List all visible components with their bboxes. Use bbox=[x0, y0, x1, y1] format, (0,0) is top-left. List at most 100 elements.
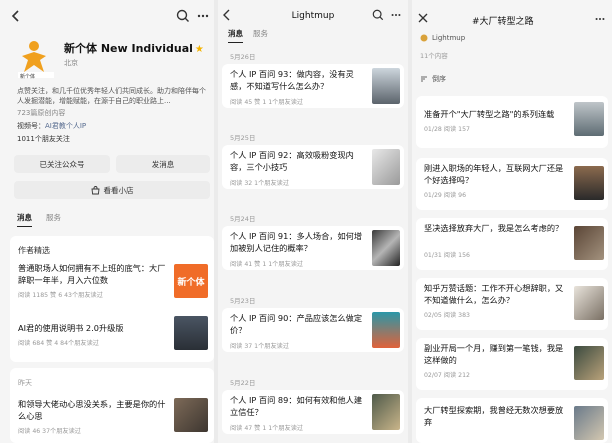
article-thumbnail bbox=[174, 398, 208, 432]
collection-title: #大厂转型之路 bbox=[472, 17, 534, 27]
collection-account-name: Lightmup bbox=[432, 34, 466, 42]
back-icon[interactable] bbox=[10, 9, 22, 23]
article-thumbnail bbox=[372, 394, 400, 430]
tab-messages[interactable]: 消息 bbox=[17, 212, 32, 227]
collection-item[interactable]: 副业开局一个月，赚到第一笔钱，我是这样做的 02/07 阅读 212 bbox=[416, 338, 608, 390]
close-icon[interactable] bbox=[418, 13, 428, 23]
date-label: 5月25日 bbox=[230, 134, 256, 142]
account-profile-panel: 新个体 新个体 New Individual ★ 北京 点赞关注，和几千位优秀年轻… bbox=[0, 0, 214, 443]
shop-button[interactable]: 看看小店 bbox=[14, 181, 210, 199]
date-label: 5月26日 bbox=[230, 53, 256, 61]
article-title: 个人 IP 百问 92：高效吸粉变现内容，三个小技巧 bbox=[230, 150, 354, 172]
article-meta: 01/29 阅读 96 bbox=[424, 192, 467, 199]
date-label: 昨天 bbox=[18, 379, 32, 387]
article-title: 个人 IP 百问 89：如何有效和他人建立信任？ bbox=[230, 395, 363, 417]
account-location: 北京 bbox=[64, 59, 78, 67]
article-meta: 01/28 阅读 157 bbox=[424, 126, 470, 133]
collection-account[interactable]: Lightmup bbox=[420, 34, 465, 42]
followed-button[interactable]: 已关注公众号 bbox=[14, 155, 110, 173]
tab-messages[interactable]: 消息 bbox=[228, 28, 243, 43]
article-thumbnail bbox=[574, 226, 604, 260]
article-count: 723篇原创内容 bbox=[17, 109, 66, 117]
collection-count: 11个内容 bbox=[420, 52, 448, 60]
list-tabs: 消息 服务 bbox=[228, 28, 268, 43]
tab-service[interactable]: 服务 bbox=[253, 28, 268, 43]
article-meta: 02/05 阅读 383 bbox=[424, 312, 470, 319]
date-label: 5月23日 bbox=[230, 297, 256, 305]
article-title: 刚进入职场的年轻人，互联网大厂还是个好选择吗？ bbox=[424, 163, 564, 185]
article-title: 准备开个"大厂转型之路"的系列连载 bbox=[424, 109, 555, 119]
article-card[interactable]: 个人 IP 百问 92：高效吸粉变现内容，三个小技巧 阅读 32 1个朋友读过 bbox=[222, 145, 404, 189]
video-channel[interactable]: 视频号：AI君教个人IP bbox=[17, 121, 86, 131]
collection-item[interactable]: 坚决选择放弃大厂，我是怎么考虑的？ 01/31 阅读 156 bbox=[416, 218, 608, 270]
sort-toggle[interactable]: 倒序 bbox=[420, 74, 446, 84]
featured-article-1[interactable]: 普通职场人如何拥有不上班的底气：大厂辞职一年半，月入六位数 阅读 1185 赞 … bbox=[18, 262, 170, 299]
date-label: 5月22日 bbox=[230, 379, 256, 387]
search-icon[interactable] bbox=[372, 9, 384, 21]
featured-article-2[interactable]: AI君的使用说明书 2.0升级版 阅读 684 赞 4 84个朋友读过 bbox=[18, 322, 170, 347]
sort-icon bbox=[420, 75, 428, 83]
article-title: 坚决选择放弃大厂，我是怎么考虑的？ bbox=[424, 223, 564, 233]
article-title: AI君的使用说明书 2.0升级版 bbox=[18, 323, 124, 333]
account-avatar-icon bbox=[420, 34, 428, 42]
article-meta: 01/31 阅读 156 bbox=[424, 252, 470, 259]
tab-service[interactable]: 服务 bbox=[46, 212, 61, 227]
collection-item[interactable]: 知乎万赞话题：工作不开心想辞职，又不知道做什么，怎么办？ 02/05 阅读 38… bbox=[416, 278, 608, 330]
article-meta: 阅读 32 1个朋友读过 bbox=[230, 180, 290, 187]
article-card[interactable]: 个人 IP 百问 91：多人场合，如何增加被别人记住的概率？ 阅读 41 赞 1… bbox=[222, 226, 404, 270]
article-thumbnail bbox=[574, 286, 604, 320]
more-icon[interactable] bbox=[390, 9, 402, 21]
date-label: 5月24日 bbox=[230, 215, 256, 223]
article-title: 和领导大佬动心思没关系，主要是你的什么心思 bbox=[18, 399, 166, 421]
article-title: 副业开局一个月，赚到第一笔钱，我是这样做的 bbox=[424, 343, 564, 365]
article-meta: 阅读 37 1个朋友读过 bbox=[230, 343, 290, 350]
account-tabs: 消息 服务 bbox=[17, 212, 61, 227]
svg-text:新个体: 新个体 bbox=[20, 73, 35, 80]
featured-section: 作者精选 普通职场人如何拥有不上班的底气：大厂辞职一年半，月入六位数 阅读 11… bbox=[10, 236, 214, 362]
article-card[interactable]: 个人 IP 百问 90：产品应该怎么做定价？ 阅读 37 1个朋友读过 bbox=[222, 308, 404, 352]
article-title: 普通职场人如何拥有不上班的底气：大厂辞职一年半，月入六位数 bbox=[18, 263, 166, 285]
article-card[interactable]: 个人 IP 百问 89：如何有效和他人建立信任？ 阅读 47 赞 1 1个朋友读… bbox=[222, 390, 404, 434]
nav-bar bbox=[0, 0, 214, 32]
article-meta: 阅读 41 赞 1 1个朋友读过 bbox=[230, 261, 304, 268]
collection-item[interactable]: 刚进入职场的年轻人，互联网大厂还是个好选择吗？ 01/29 阅读 96 bbox=[416, 158, 608, 210]
friends-following: 1011个朋友关注 bbox=[17, 135, 70, 143]
article-thumbnail bbox=[372, 312, 400, 348]
collection-item[interactable]: 准备开个"大厂转型之路"的系列连载 01/28 阅读 157 bbox=[416, 96, 608, 148]
article-thumbnail: 新个体 bbox=[174, 264, 208, 298]
article-title: 大厂转型探索期，我曾经无数次想要放弃 bbox=[424, 405, 564, 427]
article-thumbnail bbox=[574, 166, 604, 200]
article-card[interactable]: 个人 IP 百问 93：做内容，没有灵感，不知道写什么怎么办？ 阅读 45 赞 … bbox=[222, 64, 404, 108]
article-title: 个人 IP 百问 90：产品应该怎么做定价？ bbox=[230, 313, 363, 335]
collection-panel: #大厂转型之路 Lightmup 11个内容 倒序 准备开个"大厂转型之路"的系… bbox=[412, 0, 612, 443]
article-title: 知乎万赞话题：工作不开心想辞职，又不知道做什么，怎么办？ bbox=[424, 283, 564, 305]
article-thumbnail bbox=[574, 102, 604, 136]
article-meta: 阅读 684 赞 4 84个朋友读过 bbox=[18, 340, 99, 347]
featured-label: 作者精选 bbox=[18, 246, 50, 255]
article-title: 个人 IP 百问 91：多人场合，如何增加被别人记住的概率？ bbox=[230, 231, 363, 253]
account-name: 新个体 New Individual ★ bbox=[64, 42, 204, 55]
article-thumbnail bbox=[372, 230, 400, 266]
message-button[interactable]: 发消息 bbox=[116, 155, 210, 173]
article-list-panel: Lightmup 消息 服务 5月26日 个人 IP 百问 93：做内容，没有灵… bbox=[218, 0, 408, 443]
shop-icon bbox=[90, 185, 100, 195]
more-icon[interactable] bbox=[594, 13, 606, 25]
collection-item[interactable]: 大厂转型探索期，我曾经无数次想要放弃 bbox=[416, 398, 608, 443]
article-meta: 阅读 46 37个朋友读过 bbox=[18, 428, 81, 435]
article-thumbnail bbox=[574, 346, 604, 380]
article-thumbnail bbox=[574, 406, 604, 440]
latest-article[interactable]: 和领导大佬动心思没关系，主要是你的什么心思 阅读 46 37个朋友读过 bbox=[18, 398, 170, 435]
article-meta: 阅读 45 赞 1 1个朋友读过 bbox=[230, 99, 304, 106]
article-meta: 02/07 阅读 212 bbox=[424, 372, 470, 379]
article-thumbnail bbox=[174, 316, 208, 350]
account-description: 点赞关注，和几千位优秀年轻人们共同成长。助力和陪伴每个人发掘潜能，增能赋能，在源… bbox=[17, 87, 206, 105]
account-logo: 新个体 bbox=[14, 38, 58, 80]
article-meta: 阅读 47 赞 1 1个朋友读过 bbox=[230, 425, 304, 432]
search-icon[interactable] bbox=[176, 9, 190, 23]
article-thumbnail bbox=[372, 149, 400, 185]
more-icon[interactable] bbox=[196, 9, 210, 23]
article-thumbnail bbox=[372, 68, 400, 104]
article-meta: 阅读 1185 赞 6 43个朋友读过 bbox=[18, 292, 103, 299]
verified-star-icon: ★ bbox=[194, 44, 204, 55]
latest-section: 昨天 和领导大佬动心思没关系，主要是你的什么心思 阅读 46 37个朋友读过 bbox=[10, 368, 214, 443]
